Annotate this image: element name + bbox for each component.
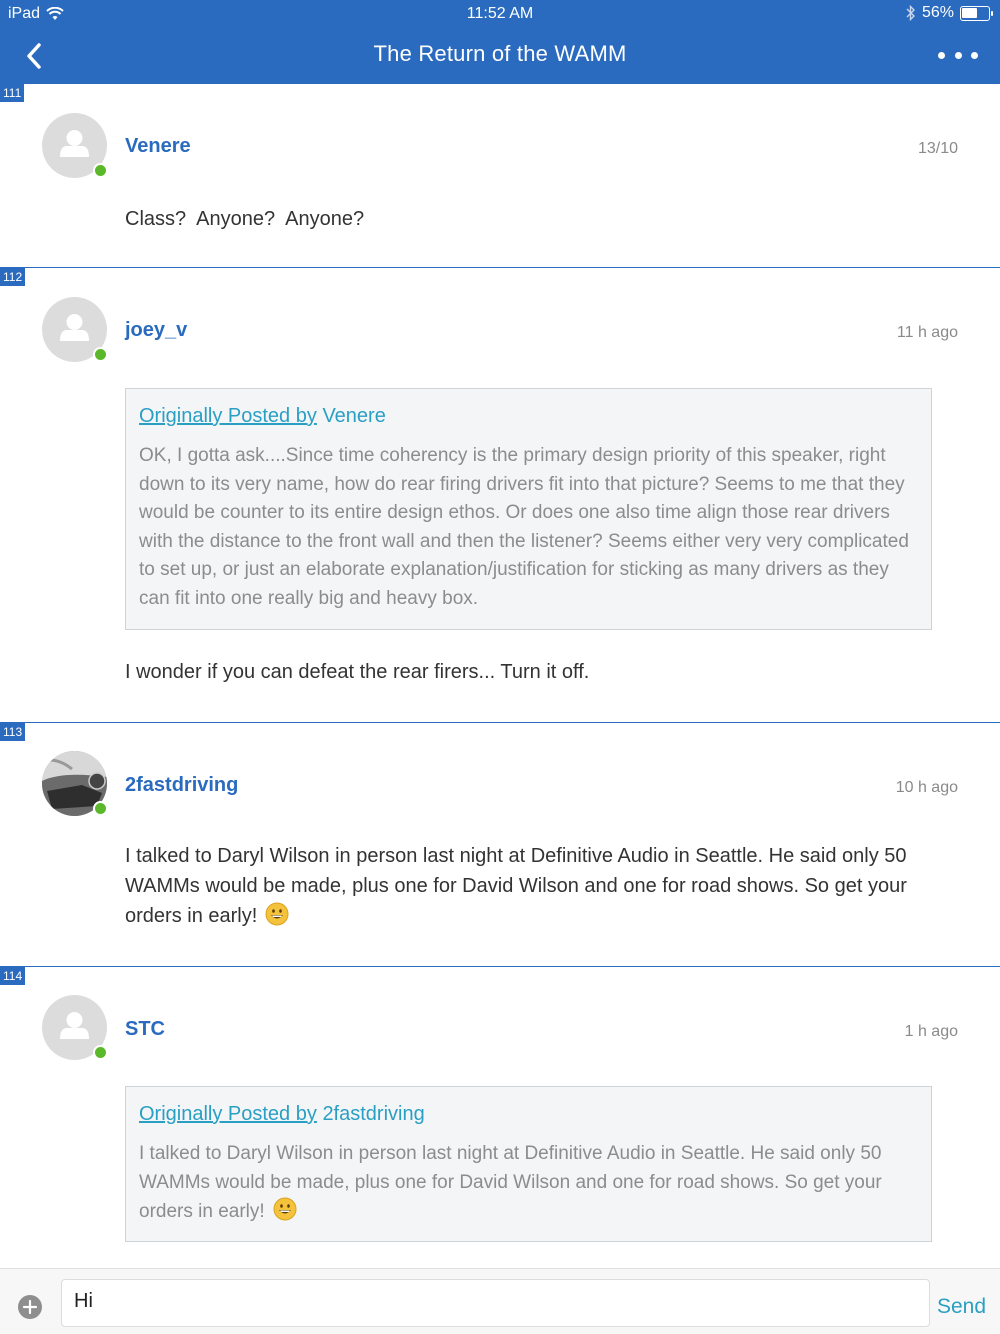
quote-text: I talked to Daryl Wilson in person last … bbox=[139, 1140, 919, 1227]
post: 112 joey_v 11 h ago Originally Posted by… bbox=[0, 268, 1000, 723]
post-number: 113 bbox=[0, 723, 26, 741]
avatar[interactable] bbox=[42, 297, 108, 362]
post-number: 114 bbox=[0, 967, 26, 985]
post: 111 Venere 13/10 Class? Anyone? Anyone? bbox=[0, 84, 1000, 268]
top-bar: iPad 11:52 AM 56% The Return of the WAMM bbox=[0, 0, 1000, 84]
post-number: 112 bbox=[0, 268, 26, 286]
post-body: Class? Anyone? Anyone? bbox=[125, 208, 365, 230]
post-author[interactable]: joey_v bbox=[125, 319, 187, 342]
quote-header: Originally Posted by Venere bbox=[139, 405, 919, 428]
post-body: I wonder if you can defeat the rear fire… bbox=[125, 661, 590, 683]
avatar[interactable] bbox=[42, 113, 108, 178]
more-options-icon[interactable] bbox=[938, 40, 978, 70]
avatar[interactable] bbox=[42, 751, 108, 816]
post-time: 11 h ago bbox=[896, 324, 958, 341]
status-bar: iPad 11:52 AM 56% bbox=[0, 0, 1000, 28]
battery-percent: 56% bbox=[921, 4, 954, 21]
quote-text-content: I talked to Daryl Wilson in person last … bbox=[139, 1143, 882, 1223]
online-indicator bbox=[93, 163, 108, 178]
post: 113 2fastdriving 10 h ago I talked to Da… bbox=[0, 723, 1000, 967]
online-indicator bbox=[93, 801, 108, 816]
post-author[interactable]: 2fastdriving bbox=[125, 774, 238, 797]
page-title: The Return of the WAMM bbox=[373, 41, 627, 66]
quote-link[interactable]: Originally Posted by bbox=[139, 1103, 317, 1125]
post-time: 1 h ago bbox=[904, 1023, 958, 1040]
send-button[interactable]: Send bbox=[937, 1295, 986, 1319]
quote-author[interactable]: Venere bbox=[322, 405, 385, 427]
quote-text: OK, I gotta ask....Since time coherency … bbox=[139, 445, 909, 609]
post-time: 10 h ago bbox=[895, 779, 958, 796]
quote-author[interactable]: 2fastdriving bbox=[322, 1103, 424, 1125]
grinning-emoji-icon bbox=[273, 1197, 297, 1221]
nav-bar: The Return of the WAMM bbox=[0, 28, 1000, 84]
battery-icon bbox=[960, 5, 993, 21]
post: 114 STC 1 h ago Originally Posted by 2fa… bbox=[0, 967, 1000, 1268]
post-time: 13/10 bbox=[917, 140, 958, 157]
post-author[interactable]: Venere bbox=[125, 135, 191, 158]
quote-header: Originally Posted by 2fastdriving bbox=[139, 1103, 919, 1126]
add-attachment-icon[interactable] bbox=[17, 1294, 43, 1320]
status-time: 11:52 AM bbox=[466, 5, 534, 22]
post-author[interactable]: STC bbox=[125, 1018, 165, 1041]
post-body-text: I talked to Daryl Wilson in person last … bbox=[125, 845, 907, 927]
bluetooth-icon bbox=[906, 5, 915, 21]
reply-input[interactable]: Hi bbox=[61, 1279, 930, 1327]
online-indicator bbox=[93, 1045, 108, 1060]
quote-block: Originally Posted by Venere OK, I gotta … bbox=[125, 388, 932, 630]
post-body: I talked to Daryl Wilson in person last … bbox=[125, 841, 955, 931]
grinning-emoji-icon bbox=[265, 902, 289, 926]
avatar[interactable] bbox=[42, 995, 108, 1060]
quote-block: Originally Posted by 2fastdriving I talk… bbox=[125, 1086, 932, 1242]
quote-link[interactable]: Originally Posted by bbox=[139, 405, 317, 427]
online-indicator bbox=[93, 347, 108, 362]
post-number: 111 bbox=[0, 84, 25, 102]
reply-composer: Hi Send bbox=[0, 1268, 1000, 1334]
